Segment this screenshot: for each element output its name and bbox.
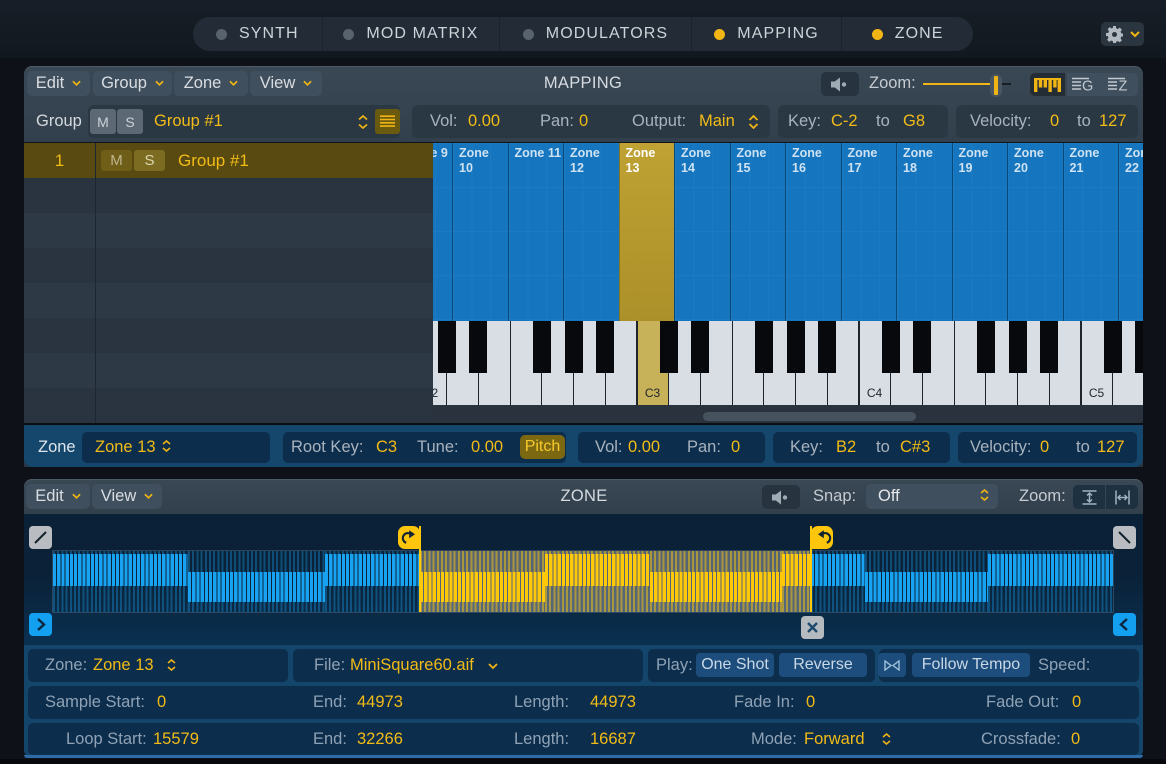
svg-text:G: G: [1082, 79, 1093, 93]
svg-text:Z: Z: [1118, 79, 1127, 93]
